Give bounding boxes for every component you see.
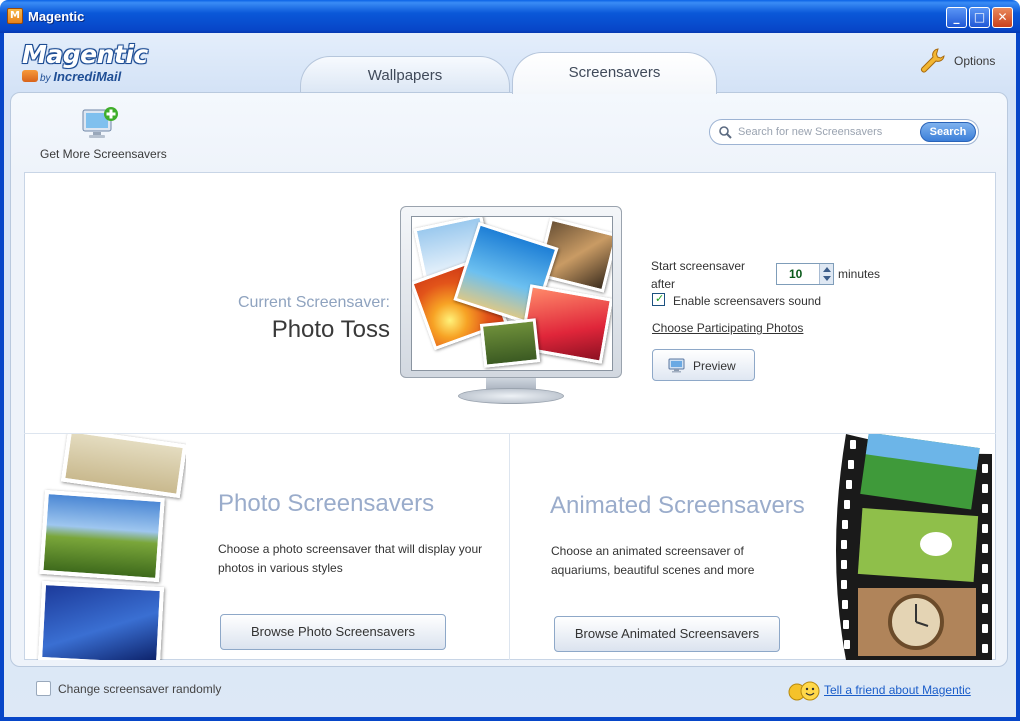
photo-tile (39, 489, 165, 583)
current-screensaver-name: Photo Toss (271, 316, 390, 343)
current-screensaver-label: Current Screensaver: (237, 294, 390, 311)
checkmark-icon: ✓ (655, 292, 665, 305)
start-screensaver-label: Start screensaver after (651, 259, 746, 291)
photo-tile (479, 318, 541, 368)
browse-photo-screensavers-button[interactable]: Browse Photo Screensavers (220, 614, 446, 650)
options-button[interactable]: Options (918, 46, 1008, 76)
enable-sound-label[interactable]: Enable screensavers sound (673, 294, 821, 308)
photo-tile (60, 434, 186, 499)
animated-screensavers-illustration (806, 434, 992, 660)
preview-label: Preview (693, 359, 736, 373)
search-box: Search (709, 119, 979, 145)
monitor-bezel (400, 206, 622, 378)
monitor-add-icon (82, 107, 118, 138)
close-button[interactable]: ✕ (992, 7, 1013, 28)
tell-a-friend-link[interactable]: Tell a friend about Magentic (824, 683, 971, 697)
wrench-icon (921, 48, 945, 73)
app-icon: M (7, 8, 23, 24)
monitor-screen (411, 216, 613, 371)
preview-button[interactable]: Preview (652, 349, 755, 381)
window-title: Magentic (28, 9, 85, 24)
stepper-up-icon[interactable] (823, 267, 831, 272)
minimize-button[interactable]: _ (946, 7, 967, 28)
animated-screensavers-title: Animated Screensavers (550, 492, 805, 519)
get-more-screensavers-button[interactable]: Get More Screensavers (38, 104, 173, 164)
logo-byline: by IncrediMail (40, 69, 121, 84)
tab-wallpapers[interactable]: Wallpapers (300, 56, 510, 94)
change-randomly-label[interactable]: Change screensaver randomly (58, 682, 221, 696)
logo-by: by (40, 73, 51, 84)
change-randomly-checkbox[interactable] (36, 681, 51, 696)
minutes-stepper[interactable]: 10 (776, 263, 834, 285)
film-strip-image (836, 434, 992, 660)
stepper-down-icon[interactable] (823, 276, 831, 281)
minutes-value[interactable]: 10 (789, 267, 802, 281)
window-title-bar[interactable]: M Magentic _ □ ✕ (0, 0, 1020, 33)
animated-screensavers-description: Choose an animated screensaver of aquari… (551, 544, 755, 577)
logo-company: IncrediMail (53, 69, 122, 84)
photo-screensavers-description: Choose a photo screensaver that will dis… (218, 542, 483, 575)
friends-smiley-icon (788, 681, 820, 701)
search-button[interactable]: Search (920, 122, 976, 142)
section-divider-vertical (509, 434, 510, 660)
preview-icon (668, 358, 685, 373)
photo-tile (37, 580, 165, 660)
search-icon (719, 126, 732, 139)
browse-animated-screensavers-button[interactable]: Browse Animated Screensavers (554, 616, 780, 652)
options-label: Options (954, 54, 996, 68)
maximize-button[interactable]: □ (969, 7, 990, 28)
photo-screensavers-title: Photo Screensavers (218, 490, 435, 517)
magentic-logo: Magentic by IncrediMail (22, 40, 172, 90)
choose-participating-photos-link[interactable]: Choose Participating Photos (652, 321, 803, 335)
minutes-label: minutes (838, 267, 881, 281)
stepper-arrows[interactable] (819, 264, 833, 284)
tab-screensavers[interactable]: Screensavers (512, 52, 717, 94)
photo-screensavers-illustration (36, 434, 186, 660)
screensaver-preview-monitor (400, 206, 622, 412)
enable-sound-checkbox[interactable]: ✓ (652, 292, 665, 306)
get-more-label: Get More Screensavers (40, 147, 167, 161)
search-input[interactable] (738, 123, 918, 141)
logo-brand: Magentic (22, 40, 148, 69)
monitor-base (458, 388, 564, 404)
incredimail-icon (22, 70, 38, 82)
